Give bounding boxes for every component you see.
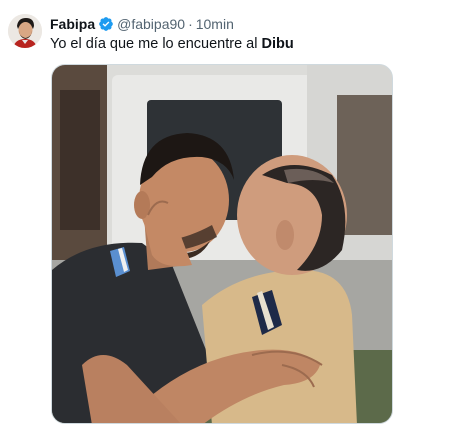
- tweet-text: Yo el día que me lo encuentre al Dibu: [50, 35, 294, 54]
- photo-icon: [52, 65, 392, 423]
- handle[interactable]: @fabipa90: [117, 15, 185, 33]
- timestamp[interactable]: 10min: [196, 15, 234, 33]
- display-name[interactable]: Fabipa: [50, 15, 95, 33]
- tweet-header: Fabipa @fabipa90 · 10min: [50, 15, 234, 33]
- tweet[interactable]: Fabipa @fabipa90 · 10min Yo el día que m…: [0, 0, 450, 424]
- tweet-media[interactable]: [51, 64, 393, 424]
- separator-dot: ·: [188, 16, 193, 32]
- avatar-image: [8, 14, 42, 48]
- tweet-text-plain: Yo el día que me lo encuentre al: [50, 36, 258, 52]
- avatar[interactable]: [8, 14, 42, 48]
- verified-badge-icon: [98, 16, 114, 32]
- tweet-text-bold: Dibu: [261, 36, 294, 52]
